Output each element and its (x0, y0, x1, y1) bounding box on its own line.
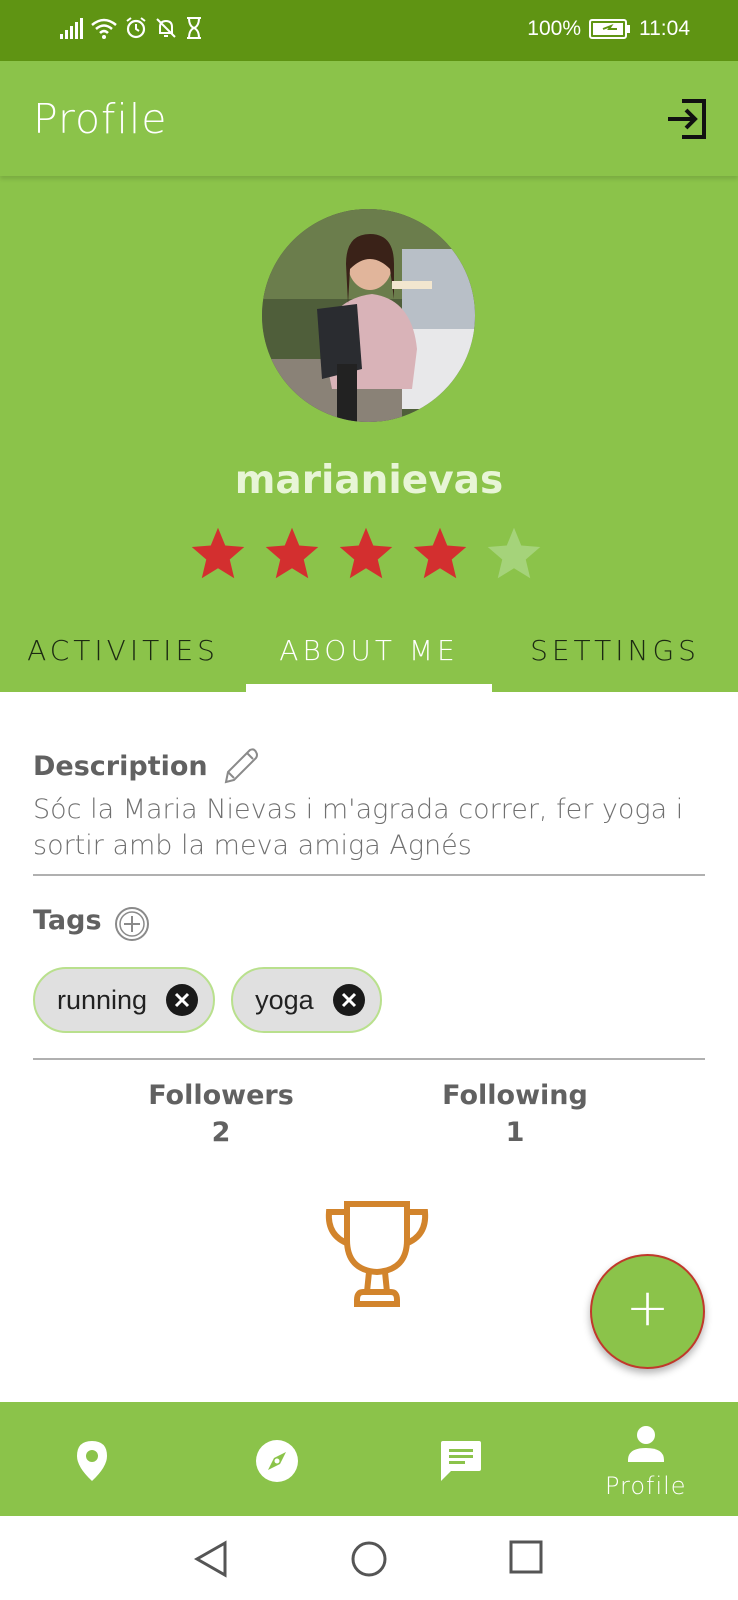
profile-tabs: ACTIVITIES ABOUT ME SETTINGS (0, 608, 738, 692)
trophy-icon (325, 1201, 429, 1307)
page-title: Profile (33, 95, 168, 143)
nav-label-profile: Profile (604, 1472, 687, 1500)
close-icon[interactable] (332, 983, 366, 1017)
bottom-nav: Profile (0, 1402, 738, 1516)
back-icon[interactable] (193, 1540, 229, 1578)
following-label: Following (442, 1080, 588, 1111)
username: marianievas (234, 458, 504, 503)
following-count: 1 (505, 1117, 525, 1148)
star-icon (265, 527, 319, 579)
tags-header: Tags (33, 898, 150, 942)
tab-about-me[interactable]: ABOUT ME (246, 608, 492, 692)
alarm-icon (126, 17, 146, 39)
hourglass-icon (187, 17, 201, 39)
tag-chip[interactable]: running (33, 967, 216, 1033)
rating-stars (188, 524, 544, 584)
description-header: Description (33, 744, 262, 788)
battery-percent: 100% (527, 17, 581, 40)
status-right: 100% 11:04 (527, 17, 690, 41)
plus-icon: + (625, 1278, 670, 1338)
description-text: Sóc la Maria Nievas i m'agrada correr, f… (33, 794, 684, 861)
home-icon[interactable] (350, 1540, 388, 1578)
divider (33, 1058, 705, 1060)
star-icon (413, 527, 467, 579)
followers-count: 2 (211, 1117, 231, 1148)
tab-indicator (246, 684, 492, 692)
status-bar: 100% 11:04 (0, 0, 738, 61)
star-icon (191, 527, 245, 579)
nav-item-map[interactable] (0, 1402, 185, 1516)
profile-header: marianievas ACTIVITIES ABOUT ME SETTINGS (0, 176, 738, 692)
tag-label: yoga (255, 984, 314, 1015)
tab-activities[interactable]: ACTIVITIES (0, 608, 246, 692)
person-icon (627, 1426, 664, 1462)
wifi-icon (91, 18, 117, 39)
following-stat[interactable]: Following 1 (415, 1080, 615, 1148)
nav-item-profile[interactable]: Profile (554, 1402, 738, 1516)
chat-icon (441, 1441, 482, 1481)
description-title: Description (33, 750, 208, 782)
battery-icon (589, 19, 630, 39)
system-nav (0, 1516, 738, 1600)
recents-icon[interactable] (509, 1540, 543, 1574)
star-empty-icon (487, 527, 541, 579)
tab-settings[interactable]: SETTINGS (492, 608, 738, 692)
followers-label: Followers (148, 1080, 294, 1111)
tag-chip[interactable]: yoga (231, 967, 382, 1033)
add-tag-icon[interactable] (114, 906, 150, 942)
nav-item-explore[interactable] (185, 1402, 370, 1516)
signal-icon (60, 18, 83, 39)
nav-item-chat[interactable] (369, 1402, 554, 1516)
star-icon (339, 527, 393, 579)
clock: 11:04 (639, 17, 690, 40)
logout-icon[interactable] (664, 95, 712, 143)
tag-chips: running yoga (33, 967, 382, 1033)
add-activity-button[interactable]: + (590, 1254, 705, 1369)
tags-title: Tags (33, 904, 102, 936)
tag-label: running (57, 984, 148, 1015)
close-icon[interactable] (165, 983, 199, 1017)
mute-icon (156, 18, 176, 38)
divider (33, 874, 705, 876)
compass-icon (255, 1440, 298, 1482)
followers-stat[interactable]: Followers 2 (121, 1080, 321, 1148)
status-icons (58, 16, 204, 40)
map-pin-icon (77, 1441, 108, 1481)
pencil-icon[interactable] (218, 744, 262, 788)
avatar[interactable] (262, 209, 475, 422)
app-bar: Profile (0, 61, 738, 176)
